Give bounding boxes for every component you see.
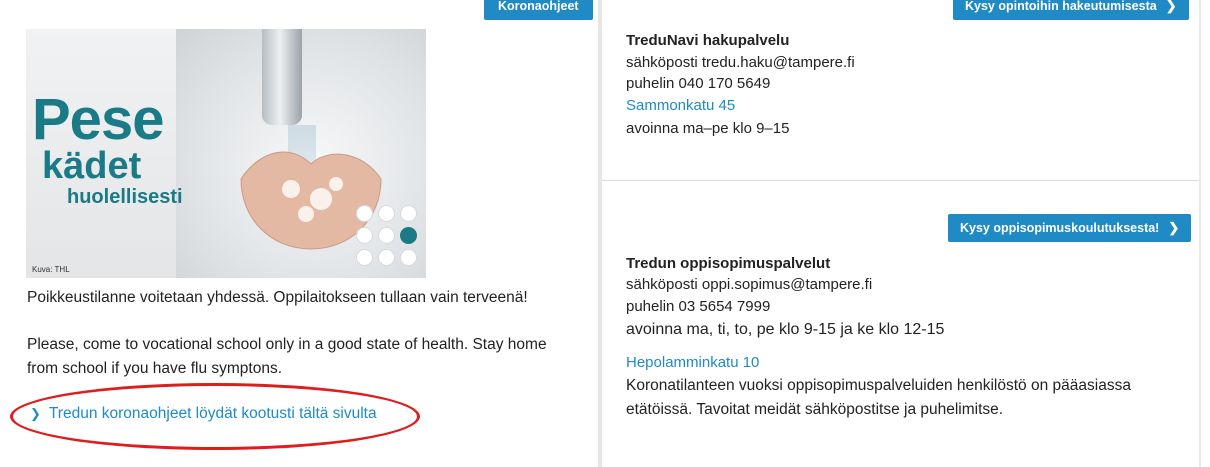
section-divider xyxy=(602,180,1199,181)
hand-washing-image: Pese kädet huolellisesti Kuva: THL xyxy=(26,29,426,278)
ask-about-studies-button-label: Kysy opintoihin hakeutumisesta xyxy=(965,0,1157,13)
hero-line-1: Pese xyxy=(32,87,164,152)
flower-icon xyxy=(400,249,417,266)
chevron-right-icon: ❯ xyxy=(1168,220,1180,235)
koronaohjeet-button-label: Koronaohjeet xyxy=(498,0,579,13)
chevron-right-icon: ❯ xyxy=(1165,0,1177,13)
korona-guidelines-link[interactable]: ❯ Tredun koronaohjeet löydät kootusti tä… xyxy=(30,405,377,423)
notice-text-en-line1: Please, come to vocational school only i… xyxy=(27,336,547,353)
korona-guidelines-link-label: Tredun koronaohjeet löydät kootusti tält… xyxy=(48,405,377,422)
right-edge xyxy=(1199,0,1201,467)
tredunavi-address-link[interactable]: Sammonkatu 45 xyxy=(626,94,735,118)
apprenticeship-note-line1: Koronatilanteen vuoksi oppisopimuspalvel… xyxy=(626,377,1131,394)
flower-icon xyxy=(378,227,395,244)
ask-about-studies-button[interactable]: Kysy opintoihin hakeutumisesta ❯ xyxy=(953,0,1189,20)
flower-icon xyxy=(400,227,417,244)
flower-icon xyxy=(356,227,373,244)
hero-line-3: huolellisesti xyxy=(67,186,183,208)
flower-icon xyxy=(356,249,373,266)
notice-text-fi: Poikkeustilanne voitetaan yhdessä. Oppil… xyxy=(27,289,528,306)
tredunavi-title: TreduNavi hakupalvelu xyxy=(626,32,790,49)
ask-about-apprenticeship-button-label: Kysy oppisopimuskoulutuksesta! xyxy=(960,221,1160,235)
hero-headline: Pese kädet huolellisesti xyxy=(32,87,183,208)
tredunavi-phone: puhelin 040 170 5649 xyxy=(626,75,771,92)
hero-line-2: kädet xyxy=(42,145,142,187)
chevron-right-icon: ❯ xyxy=(30,406,41,421)
column-divider xyxy=(598,0,602,467)
flower-icon xyxy=(378,249,395,266)
apprenticeship-note-line2: etätöissä. Tavoitat meidät sähköpostitse… xyxy=(626,401,1004,418)
flower-icon xyxy=(356,205,373,222)
image-credit: Kuva: THL xyxy=(32,265,70,274)
apprenticeship-address-link[interactable]: Hepolamminkatu 10 xyxy=(626,351,759,375)
apprenticeship-email: sähköposti oppi.sopimus@tampere.fi xyxy=(626,276,873,293)
koronaohjeet-button[interactable]: Koronaohjeet xyxy=(484,0,593,20)
ask-about-apprenticeship-button[interactable]: Kysy oppisopimuskoulutuksesta! ❯ xyxy=(948,214,1192,242)
flower-icon xyxy=(400,205,417,222)
apprenticeship-hours: avoinna ma, ti, to, pe klo 9-15 ja ke kl… xyxy=(626,321,945,338)
tredunavi-hours: avoinna ma–pe klo 9–15 xyxy=(626,120,790,137)
notice-text-en-line2: from school if you have flu symptons. xyxy=(27,360,283,377)
apprenticeship-phone: puhelin 03 5654 7999 xyxy=(626,298,771,315)
flower-icon xyxy=(378,205,395,222)
